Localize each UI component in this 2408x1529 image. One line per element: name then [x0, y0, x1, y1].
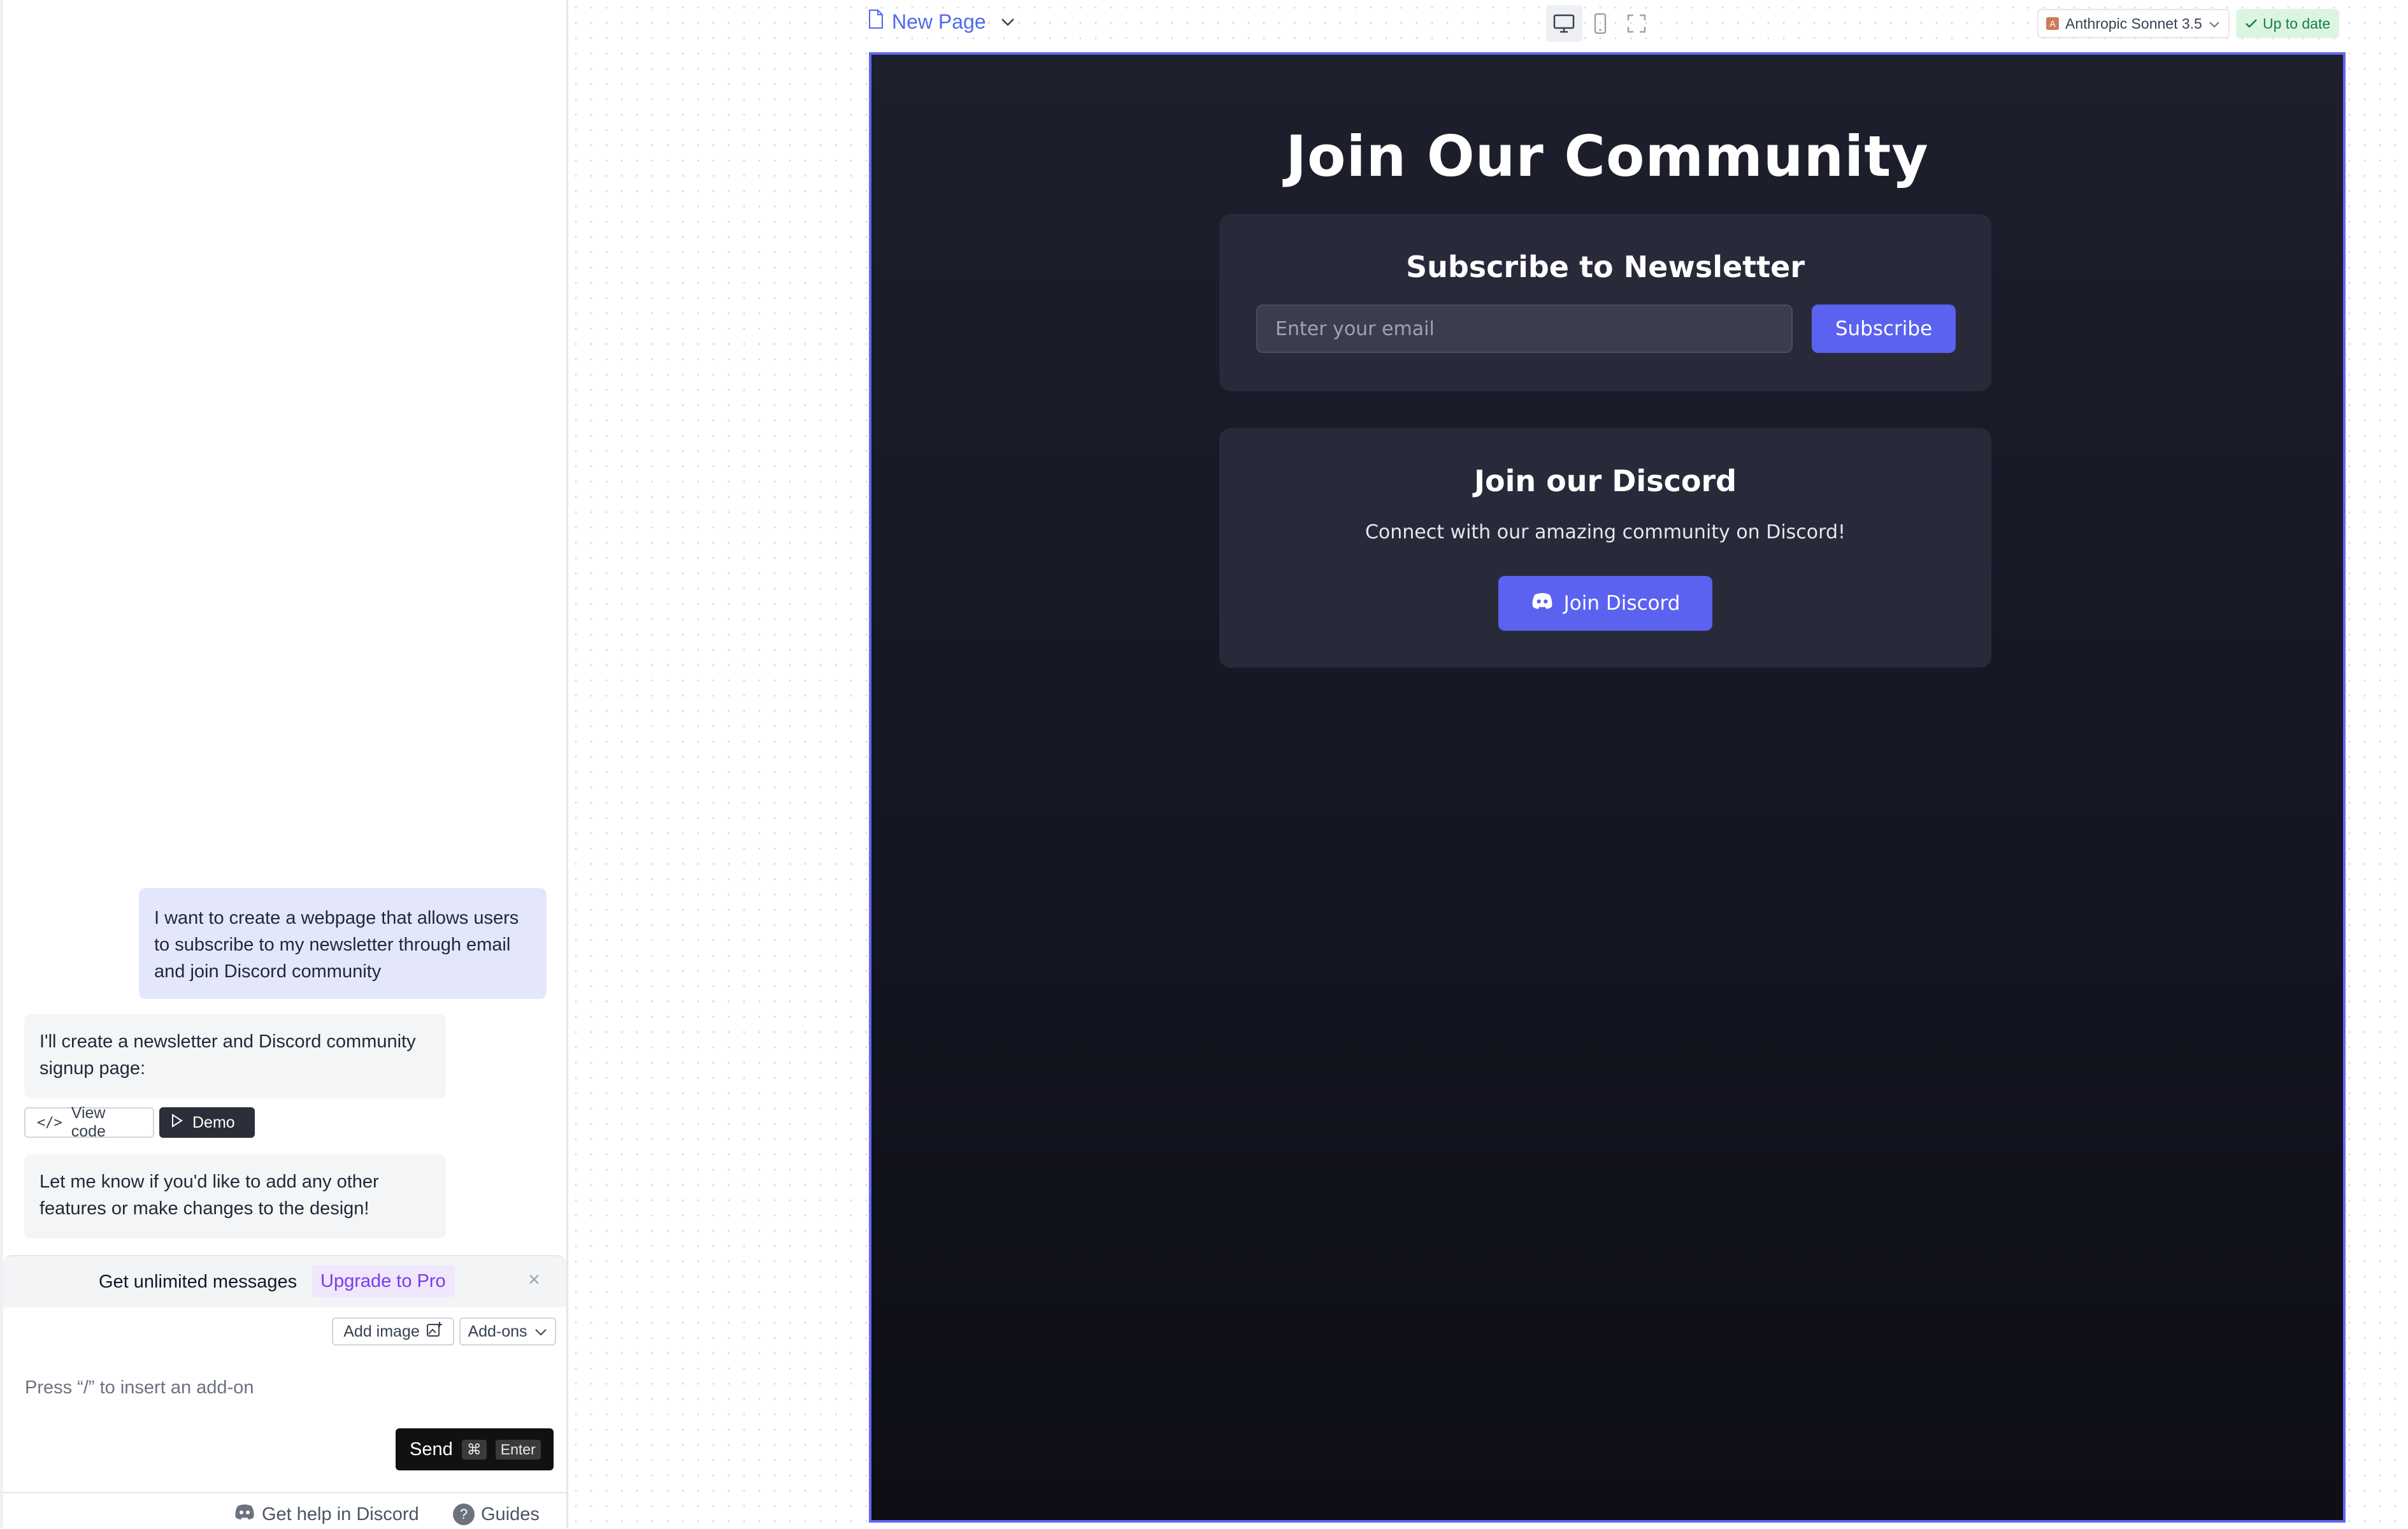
image-icon: [426, 1321, 443, 1342]
view-mode-toggle: [1546, 5, 1654, 42]
discord-description: Connect with our amazing community on Di…: [1365, 521, 1846, 543]
upgrade-banner: Get unlimited messages Upgrade to Pro ×: [3, 1255, 566, 1309]
help-icon: ?: [453, 1504, 475, 1525]
close-icon[interactable]: ×: [528, 1268, 540, 1291]
page-preview-frame: Join Our Community Subscribe to Newslett…: [869, 52, 2346, 1523]
mobile-view-button[interactable]: [1582, 5, 1619, 42]
view-code-label: View code: [71, 1104, 106, 1140]
upgrade-to-pro-link[interactable]: Upgrade to Pro: [312, 1265, 455, 1297]
phone-icon: [1594, 13, 1607, 34]
enter-key-hint: Enter: [495, 1439, 541, 1460]
send-label: Send: [410, 1439, 453, 1460]
send-button[interactable]: Send ⌘ Enter: [396, 1428, 554, 1470]
guides-link[interactable]: ? Guides: [453, 1504, 540, 1525]
discord-help-link[interactable]: Get help in Discord: [234, 1504, 419, 1525]
discord-icon: [1531, 592, 1554, 615]
discord-icon: [234, 1504, 255, 1525]
message-input[interactable]: [24, 1371, 548, 1404]
chat-panel: I want to create a webpage that allows u…: [0, 0, 568, 1528]
demo-label: Demo: [192, 1113, 235, 1131]
chevron-down-icon: [534, 1323, 548, 1341]
email-field[interactable]: [1256, 305, 1793, 353]
expand-icon: [1627, 14, 1645, 33]
add-ons-label: Add-ons: [468, 1322, 527, 1340]
join-discord-label: Join Discord: [1563, 592, 1681, 615]
discord-title: Join our Discord: [1473, 464, 1737, 498]
discord-help-label: Get help in Discord: [262, 1504, 419, 1525]
add-ons-dropdown[interactable]: Add-ons: [459, 1317, 556, 1346]
command-key-hint: ⌘: [461, 1439, 487, 1460]
anthropic-logo-icon: A: [2046, 17, 2059, 30]
newsletter-card: Subscribe to Newsletter Subscribe: [1219, 214, 1991, 391]
play-icon: [171, 1113, 183, 1132]
fullscreen-button[interactable]: [1618, 5, 1654, 42]
page-name: New Page: [892, 10, 986, 33]
add-image-button[interactable]: Add image: [332, 1317, 454, 1346]
add-image-label: Add image: [343, 1322, 420, 1340]
upgrade-text: Get unlimited messages: [99, 1272, 297, 1292]
subscribe-button[interactable]: Subscribe: [1812, 305, 1956, 353]
status-text: Up to date: [2263, 15, 2331, 32]
assistant-message: Let me know if you'd like to add any oth…: [24, 1154, 446, 1238]
model-name: Anthropic Sonnet 3.5: [2065, 15, 2202, 32]
message-composer: Add image Add-ons Send ⌘ Enter: [3, 1307, 566, 1491]
chat-footer: Get help in Discord ? Guides: [3, 1492, 566, 1529]
model-selector[interactable]: A Anthropic Sonnet 3.5: [2037, 9, 2230, 38]
assistant-message: I'll create a newsletter and Discord com…: [24, 1014, 446, 1098]
chevron-down-icon: [1000, 12, 1015, 32]
page-icon: [868, 9, 884, 34]
view-code-button[interactable]: </> View code: [24, 1104, 154, 1140]
monitor-icon: [1554, 14, 1575, 33]
demo-button[interactable]: Demo: [159, 1107, 255, 1138]
discord-card: Join our Discord Connect with our amazin…: [1219, 428, 1991, 668]
chevron-down-icon: [2209, 15, 2220, 32]
status-badge: Up to date: [2236, 9, 2340, 38]
design-canvas: New Page A Anthropic Sonnet 3.5 Up to da…: [568, 0, 2408, 1528]
community-title: Join Our Community: [1286, 124, 1929, 189]
user-message: I want to create a webpage that allows u…: [139, 888, 547, 999]
guides-label: Guides: [481, 1504, 540, 1525]
desktop-view-button[interactable]: [1546, 5, 1582, 42]
code-icon: </>: [37, 1114, 62, 1131]
join-discord-button[interactable]: Join Discord: [1498, 576, 1712, 631]
newsletter-title: Subscribe to Newsletter: [1405, 250, 1805, 284]
page-selector[interactable]: New Page: [868, 9, 1015, 34]
check-icon: [2245, 15, 2258, 32]
